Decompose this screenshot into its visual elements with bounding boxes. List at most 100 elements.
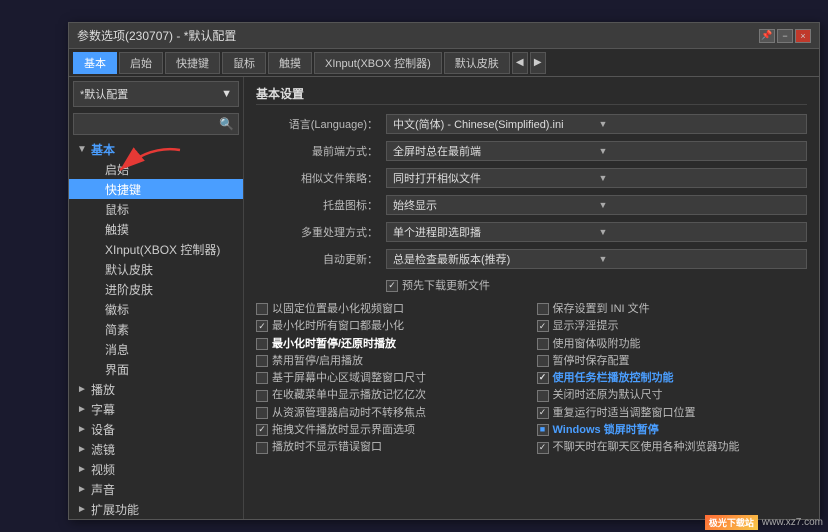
search-icon[interactable]: 🔍 — [219, 117, 234, 131]
tree-label-shortcut: 快捷键 — [105, 181, 243, 198]
cb-fix-pos-box[interactable] — [256, 303, 268, 315]
cb-center-resize-label: 基于屏幕中心区域调整窗口尺寸 — [272, 371, 426, 385]
tree-item-mouse[interactable]: 鼠标 — [69, 199, 243, 219]
tab-default-skin[interactable]: 默认皮肤 — [444, 52, 510, 74]
cb-restore-pos-box[interactable] — [537, 407, 549, 419]
title-bar: 参数选项(230707) - *默认配置 📌 − × — [69, 23, 819, 49]
tree-item-interface[interactable]: 界面 — [69, 359, 243, 379]
tree-item-audio[interactable]: ► 声音 — [69, 479, 243, 499]
tree-item-basic[interactable]: ▼ 基本 — [69, 139, 243, 159]
tray-arrow: ▼ — [599, 200, 801, 210]
cb-disable-pause[interactable]: 禁用暂停/启用播放 — [256, 354, 527, 368]
tree-label-subtitle: 字幕 — [91, 401, 243, 418]
profile-dropdown[interactable]: *默认配置 ▼ — [73, 81, 239, 107]
cb-minimize-all[interactable]: 最小化时所有窗口都最小化 — [256, 319, 527, 333]
cb-pause-save[interactable]: 暂停时保存配置 — [537, 354, 808, 368]
tree-item-playback[interactable]: ► 播放 — [69, 379, 243, 399]
tree-item-extension[interactable]: ► 扩展功能 — [69, 499, 243, 519]
cb-taskbar-absorb-box[interactable] — [537, 338, 549, 350]
search-box: 🔍 — [73, 113, 239, 135]
pin-button[interactable]: 📌 — [759, 29, 775, 43]
cb-no-move-focus-box[interactable] — [256, 407, 268, 419]
tab-nav-left[interactable]: ◀ — [512, 52, 528, 74]
tree-label-message: 消息 — [105, 341, 243, 358]
cb-no-error-box[interactable] — [256, 442, 268, 454]
cb-no-move-focus[interactable]: 从资源管理器启动时不转移焦点 — [256, 406, 527, 420]
cb-taskbar-ctrl-box[interactable] — [537, 372, 549, 384]
cb-fix-pos[interactable]: 以固定位置最小化视频窗口 — [256, 302, 527, 316]
cb-minimize-all-box[interactable] — [256, 320, 268, 332]
similar-label: 相似文件策略： — [256, 170, 386, 186]
tree-item-touch[interactable]: 触摸 — [69, 219, 243, 239]
tray-label: 托盘图标： — [256, 197, 386, 213]
tree-item-default-skin[interactable]: 默认皮肤 — [69, 259, 243, 279]
cb-center-resize-box[interactable] — [256, 372, 268, 384]
auto-download-cb[interactable] — [386, 280, 398, 292]
cb-taskbar-absorb[interactable]: 使用窗体吸附功能 — [537, 337, 808, 351]
multi-label: 多重处理方式： — [256, 224, 386, 240]
language-dropdown[interactable]: 中文(简体) - Chinese(Simplified).ini ▼ — [386, 114, 807, 134]
frontend-dropdown[interactable]: 全屏时总在最前端 ▼ — [386, 141, 807, 161]
tree-item-start[interactable]: 启始 — [69, 159, 243, 179]
cb-disable-pause-box[interactable] — [256, 355, 268, 367]
tab-xinput[interactable]: XInput(XBOX 控制器) — [314, 52, 442, 74]
tree-item-xinput[interactable]: XInput(XBOX 控制器) — [69, 239, 243, 259]
update-dropdown[interactable]: 总是检查最新版本(推荐) ▼ — [386, 249, 807, 269]
tree-item-message[interactable]: 消息 — [69, 339, 243, 359]
tree-item-filter[interactable]: ► 滤镜 — [69, 439, 243, 459]
minimize-button[interactable]: − — [777, 29, 793, 43]
tree-item-device[interactable]: ► 设备 — [69, 419, 243, 439]
tree-item-video[interactable]: ► 视频 — [69, 459, 243, 479]
watermark: 极光下载站 www.xz7.com — [705, 515, 823, 530]
cb-close-native-box[interactable] — [537, 390, 549, 402]
setting-row-similar: 相似文件策略： 同时打开相似文件 ▼ — [256, 167, 807, 189]
cb-pause-save-box[interactable] — [537, 355, 549, 367]
cb-close-native[interactable]: 关闭时还原为默认尺寸 — [537, 388, 808, 402]
cb-min-pause-box[interactable] — [256, 338, 268, 350]
cb-drag-menu[interactable]: 拖拽文件播放时显示界面选项 — [256, 423, 527, 437]
cb-tray-single-box[interactable] — [256, 390, 268, 402]
tray-dropdown[interactable]: 始终显示 ▼ — [386, 195, 807, 215]
tree-label-advanced-skin: 进阶皮肤 — [105, 281, 243, 298]
tab-basic[interactable]: 基本 — [73, 52, 117, 74]
cb-no-error[interactable]: 播放时不显示错误窗口 — [256, 440, 527, 454]
tree-label-playback: 播放 — [91, 381, 243, 398]
cb-save-ini[interactable]: 保存设置到 INI 文件 — [537, 302, 808, 316]
similar-dropdown[interactable]: 同时打开相似文件 ▼ — [386, 168, 807, 188]
cb-restore-pos[interactable]: 重复运行时适当调整窗口位置 — [537, 406, 808, 420]
cb-idle-browser-box[interactable] — [537, 442, 549, 454]
cb-drag-menu-box[interactable] — [256, 424, 268, 436]
multi-dropdown[interactable]: 单个进程即选即播 ▼ — [386, 222, 807, 242]
cb-float-tips-box[interactable] — [537, 320, 549, 332]
tree-label-logo: 徽标 — [105, 301, 243, 318]
tab-shortcut[interactable]: 快捷键 — [165, 52, 220, 74]
tab-touch[interactable]: 触摸 — [268, 52, 312, 74]
tab-start[interactable]: 启始 — [119, 52, 163, 74]
watermark-url: www.xz7.com — [762, 517, 823, 528]
cb-min-pause[interactable]: 最小化时暂停/还原时播放 — [256, 337, 527, 351]
tree-item-logo[interactable]: 徽标 — [69, 299, 243, 319]
similar-value: 同时打开相似文件 — [393, 170, 595, 186]
tree-item-advanced-skin[interactable]: 进阶皮肤 — [69, 279, 243, 299]
auto-download-checkbox[interactable]: 预先下载更新文件 — [386, 279, 490, 293]
tree-item-simple[interactable]: 简素 — [69, 319, 243, 339]
search-input[interactable] — [78, 118, 219, 130]
dialog-title: 参数选项(230707) - *默认配置 — [77, 27, 236, 44]
tab-mouse[interactable]: 鼠标 — [222, 52, 266, 74]
cb-win-lock[interactable]: ■ Windows 锁屏时暂停 — [537, 423, 808, 437]
cb-win-lock-box[interactable]: ■ — [537, 424, 549, 436]
cb-idle-browser[interactable]: 不聊天时在聊天区使用各种浏览器功能 — [537, 440, 808, 454]
cb-center-resize[interactable]: 基于屏幕中心区域调整窗口尺寸 — [256, 371, 527, 385]
cb-float-tips[interactable]: 显示浮淫提示 — [537, 319, 808, 333]
close-button[interactable]: × — [795, 29, 811, 43]
setting-row-frontend: 最前端方式： 全屏时总在最前端 ▼ — [256, 140, 807, 162]
update-value: 总是检查最新版本(推荐) — [393, 251, 595, 267]
multi-control: 单个进程即选即播 ▼ — [386, 222, 807, 242]
tree-item-shortcut[interactable]: 快捷键 — [69, 179, 243, 199]
cb-save-ini-box[interactable] — [537, 303, 549, 315]
expand-icon-audio: ► — [77, 484, 91, 495]
cb-tray-single[interactable]: 在收藏菜单中显示播放记忆亿次 — [256, 388, 527, 402]
tab-nav-right[interactable]: ▶ — [530, 52, 546, 74]
cb-taskbar-ctrl[interactable]: 使用任务栏播放控制功能 — [537, 371, 808, 385]
tree-item-subtitle[interactable]: ► 字幕 — [69, 399, 243, 419]
